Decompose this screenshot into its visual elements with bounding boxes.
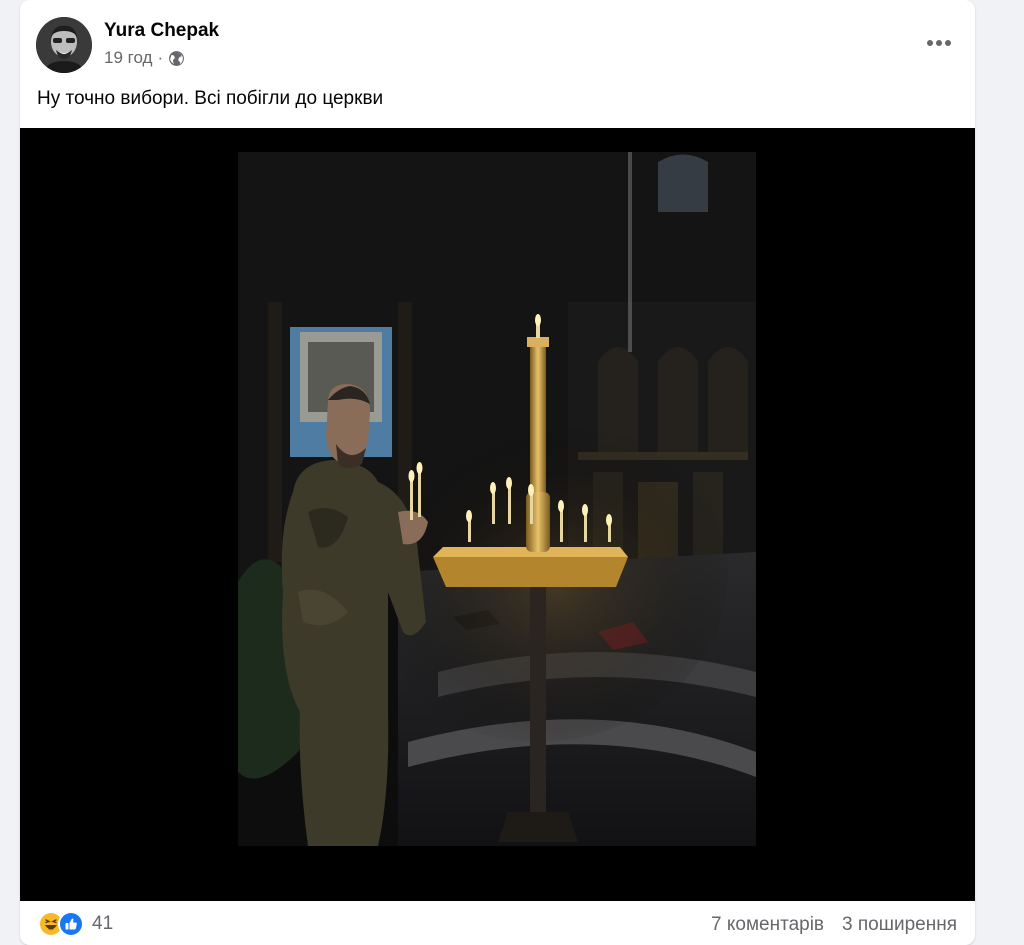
like-icon <box>58 911 84 937</box>
post-meta: 19 год · <box>104 48 185 68</box>
more-options-icon <box>927 40 951 46</box>
more-options-button[interactable] <box>921 28 957 58</box>
post-time[interactable]: 19 год <box>104 48 152 68</box>
post-photo[interactable] <box>238 152 756 846</box>
post-card: Yura Chepak 19 год · Ну точно вибори. Вс… <box>20 0 975 945</box>
reactions-summary[interactable]: 41 <box>38 911 113 937</box>
shares-count-link[interactable]: 3 поширення <box>842 914 957 936</box>
post-header: Yura Chepak 19 год · Ну точно вибори. Вс… <box>20 0 975 128</box>
reaction-count: 41 <box>92 913 114 934</box>
avatar[interactable] <box>36 17 92 73</box>
post-stats: 7 коментарів 3 поширення <box>711 914 957 936</box>
author-name[interactable]: Yura Chepak <box>104 20 219 42</box>
comments-count-link[interactable]: 7 коментарів <box>711 914 824 936</box>
globe-icon <box>168 50 185 67</box>
post-footer: 41 7 коментарів 3 поширення <box>20 901 975 945</box>
post-media[interactable] <box>20 128 975 901</box>
avatar-image <box>36 17 92 73</box>
post-text: Ну точно вибори. Всі побігли до церкви <box>37 88 384 109</box>
meta-separator: · <box>157 48 164 67</box>
